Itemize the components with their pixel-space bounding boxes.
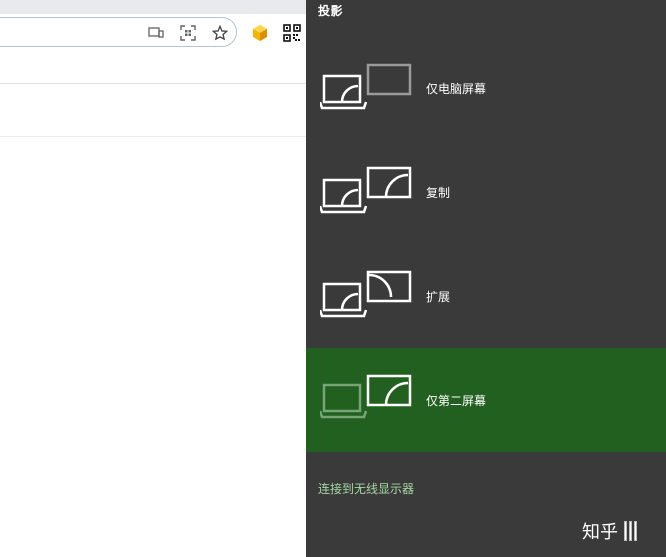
cast-icon[interactable] xyxy=(146,18,166,48)
zhihu-watermark: 知乎 xyxy=(582,518,637,544)
pc-screen-only-icon xyxy=(318,36,416,140)
option-label: 仅第二屏幕 xyxy=(426,393,487,408)
extend-icon xyxy=(318,244,416,348)
option-pc-screen-only[interactable]: 仅电脑屏幕 xyxy=(306,36,666,140)
panel-title: 投影 xyxy=(318,4,344,18)
extension-icon[interactable] xyxy=(250,18,270,48)
option-duplicate[interactable]: 复制 xyxy=(306,140,666,244)
screenshot-icon[interactable] xyxy=(178,18,198,48)
address-bar[interactable] xyxy=(0,17,237,47)
option-extend[interactable]: 扩展 xyxy=(306,244,666,348)
second-screen-only-icon xyxy=(318,348,416,452)
watermark-text: 知乎 xyxy=(582,522,618,543)
browser-window xyxy=(0,0,306,557)
option-second-screen-only[interactable]: 仅第二屏幕 xyxy=(306,348,666,452)
bookmarks-bar xyxy=(0,52,306,84)
duplicate-icon xyxy=(318,140,416,244)
watermark-bars xyxy=(624,521,637,541)
option-label: 仅电脑屏幕 xyxy=(426,81,487,96)
tab-strip xyxy=(0,0,306,14)
option-label: 复制 xyxy=(426,185,451,200)
project-panel: 投影 仅电脑屏幕 复制 扩展 仅第二屏幕 连接到无线显示器 知乎 xyxy=(306,0,666,557)
qr-code-icon[interactable] xyxy=(282,18,302,48)
option-label: 扩展 xyxy=(426,289,451,304)
page-divider xyxy=(0,136,306,137)
connect-wireless-display-link[interactable]: 连接到无线显示器 xyxy=(318,480,414,497)
bookmark-star-icon[interactable] xyxy=(210,18,230,48)
